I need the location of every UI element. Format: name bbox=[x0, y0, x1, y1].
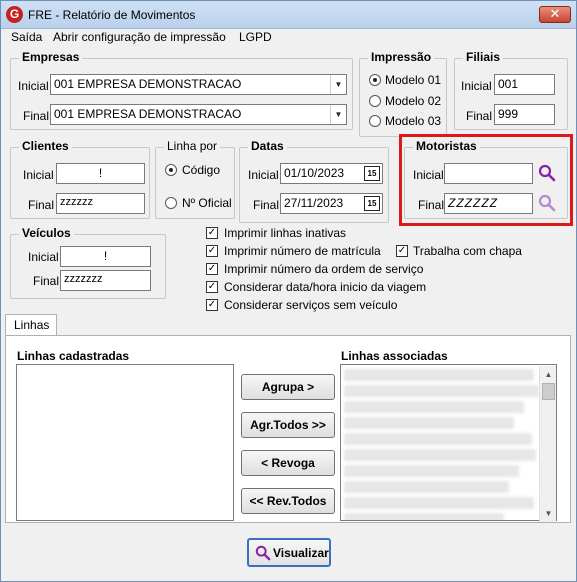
rev-todos-button[interactable]: << Rev.Todos bbox=[241, 488, 335, 514]
chevron-up-icon[interactable]: ▲ bbox=[540, 367, 557, 382]
motoristas-highlight-box bbox=[399, 134, 573, 226]
list-item[interactable] bbox=[344, 497, 534, 509]
codigo-label: Código bbox=[182, 163, 221, 177]
list-item[interactable] bbox=[344, 465, 519, 477]
agr-todos-button[interactable]: Agr.Todos >> bbox=[241, 412, 335, 438]
list-item[interactable] bbox=[344, 481, 509, 493]
list-item[interactable] bbox=[344, 433, 532, 445]
veiculos-title: Veículos bbox=[19, 226, 74, 240]
empresa-final-combo[interactable]: 001 EMPRESA DEMONSTRACAO ▼ bbox=[50, 104, 347, 125]
menu-abrir-configuracao[interactable]: Abrir configuração de impressão bbox=[53, 30, 226, 44]
checkbox-data-hora[interactable]: ✓ bbox=[206, 281, 218, 293]
visualizar-label: Visualizar bbox=[273, 546, 329, 560]
agrupa-button[interactable]: Agrupa > bbox=[241, 374, 335, 400]
checkbox-linhas-inativas[interactable]: ✓ bbox=[206, 227, 218, 239]
window-title: FRE - Relatório de Movimentos bbox=[28, 8, 196, 22]
visualizar-button[interactable]: Visualizar bbox=[247, 538, 331, 567]
sem-veiculo-label: Considerar serviços sem veículo bbox=[224, 298, 398, 312]
list-item[interactable] bbox=[344, 449, 536, 461]
chevron-down-icon[interactable]: ▼ bbox=[330, 75, 346, 94]
associadas-scrollbar[interactable]: ▲ ▼ bbox=[539, 366, 556, 522]
list-item[interactable] bbox=[344, 417, 514, 429]
list-item[interactable] bbox=[344, 513, 504, 520]
cliente-final-input[interactable]: zzzzzz bbox=[56, 193, 145, 214]
menu-saida[interactable]: Saída bbox=[11, 30, 42, 44]
ordem-servico-label: Imprimir número da ordem de serviço bbox=[224, 262, 424, 276]
calendar-icon[interactable]: 15 bbox=[364, 166, 380, 181]
linhas-associadas-list[interactable] bbox=[340, 364, 557, 521]
modelo-01-label: Modelo 01 bbox=[385, 73, 442, 87]
n-oficial-label: Nº Oficial bbox=[182, 196, 232, 210]
linhas-cadastradas-title: Linhas cadastradas bbox=[17, 349, 130, 363]
impressao-title: Impressão bbox=[368, 50, 435, 64]
clientes-final-label: Final bbox=[28, 198, 55, 212]
radio-n-oficial[interactable] bbox=[165, 197, 177, 209]
checkbox-ordem-servico[interactable]: ✓ bbox=[206, 263, 218, 275]
filial-inicial-input[interactable]: 001 bbox=[494, 74, 555, 95]
data-hora-label: Considerar data/hora inicio da viagem bbox=[224, 280, 427, 294]
title-bar: G FRE - Relatório de Movimentos ✕ bbox=[1, 1, 576, 29]
empresa-final-value: 001 EMPRESA DEMONSTRACAO bbox=[54, 107, 242, 121]
linhas-associadas-title: Linhas associadas bbox=[341, 349, 448, 363]
clientes-title: Clientes bbox=[19, 139, 72, 153]
list-item[interactable] bbox=[344, 385, 539, 397]
app-logo-icon: G bbox=[6, 6, 23, 23]
veiculos-inicial-label: Inicial bbox=[28, 250, 59, 264]
radio-modelo-01[interactable] bbox=[369, 74, 381, 86]
empresas-inicial-label: Inicial bbox=[18, 79, 49, 93]
linha-por-title: Linha por bbox=[164, 139, 221, 153]
cliente-inicial-input[interactable]: ! bbox=[56, 163, 145, 184]
list-item[interactable] bbox=[344, 401, 524, 413]
datas-inicial-label: Inicial bbox=[248, 168, 279, 182]
checkbox-matricula[interactable]: ✓ bbox=[206, 245, 218, 257]
datas-final-label: Final bbox=[253, 198, 280, 212]
modelo-03-label: Modelo 03 bbox=[385, 114, 442, 128]
checkbox-trabalha-chapa[interactable]: ✓ bbox=[396, 245, 408, 257]
radio-modelo-03[interactable] bbox=[369, 115, 381, 127]
calendar-icon[interactable]: 15 bbox=[364, 196, 380, 211]
radio-codigo[interactable] bbox=[165, 164, 177, 176]
list-item[interactable] bbox=[344, 369, 534, 381]
menu-bar: Saída Abrir configuração de impressão LG… bbox=[1, 29, 576, 47]
checkbox-sem-veiculo[interactable]: ✓ bbox=[206, 299, 218, 311]
chevron-down-icon[interactable]: ▼ bbox=[540, 506, 557, 521]
linhas-cadastradas-list[interactable] bbox=[16, 364, 234, 521]
empresas-final-label: Final bbox=[23, 109, 50, 123]
clientes-inicial-label: Inicial bbox=[23, 168, 54, 182]
veiculo-inicial-input[interactable]: ! bbox=[60, 246, 151, 267]
trabalha-chapa-label: Trabalha com chapa bbox=[413, 244, 522, 258]
modelo-02-label: Modelo 02 bbox=[385, 94, 442, 108]
filiais-title: Filiais bbox=[463, 50, 504, 64]
filial-final-input[interactable]: 999 bbox=[494, 104, 555, 125]
tab-linhas[interactable]: Linhas bbox=[5, 314, 57, 336]
data-final-value: 27/11/2023 bbox=[284, 196, 344, 210]
matricula-label: Imprimir número de matrícula bbox=[224, 244, 381, 258]
radio-modelo-02[interactable] bbox=[369, 95, 381, 107]
filiais-inicial-label: Inicial bbox=[461, 79, 492, 93]
search-icon bbox=[255, 545, 271, 561]
revoga-button[interactable]: < Revoga bbox=[241, 450, 335, 476]
close-window-button[interactable]: ✕ bbox=[539, 6, 571, 23]
datas-title: Datas bbox=[248, 139, 287, 153]
main-window: G FRE - Relatório de Movimentos ✕ Saída … bbox=[0, 0, 577, 582]
empresa-inicial-value: 001 EMPRESA DEMONSTRACAO bbox=[54, 77, 242, 91]
empresa-inicial-combo[interactable]: 001 EMPRESA DEMONSTRACAO ▼ bbox=[50, 74, 347, 95]
empresas-title: Empresas bbox=[19, 50, 83, 64]
scrollbar-thumb[interactable] bbox=[542, 383, 555, 400]
data-final-input[interactable]: 27/11/2023 15 bbox=[280, 193, 383, 214]
data-inicial-input[interactable]: 01/10/2023 15 bbox=[280, 163, 383, 184]
menu-lgpd[interactable]: LGPD bbox=[239, 30, 272, 44]
veiculos-final-label: Final bbox=[33, 274, 60, 288]
chevron-down-icon[interactable]: ▼ bbox=[330, 105, 346, 124]
linhas-inativas-label: Imprimir linhas inativas bbox=[224, 226, 347, 240]
filiais-final-label: Final bbox=[466, 109, 493, 123]
data-inicial-value: 01/10/2023 bbox=[284, 166, 345, 180]
veiculo-final-input[interactable]: zzzzzzz bbox=[60, 270, 151, 291]
